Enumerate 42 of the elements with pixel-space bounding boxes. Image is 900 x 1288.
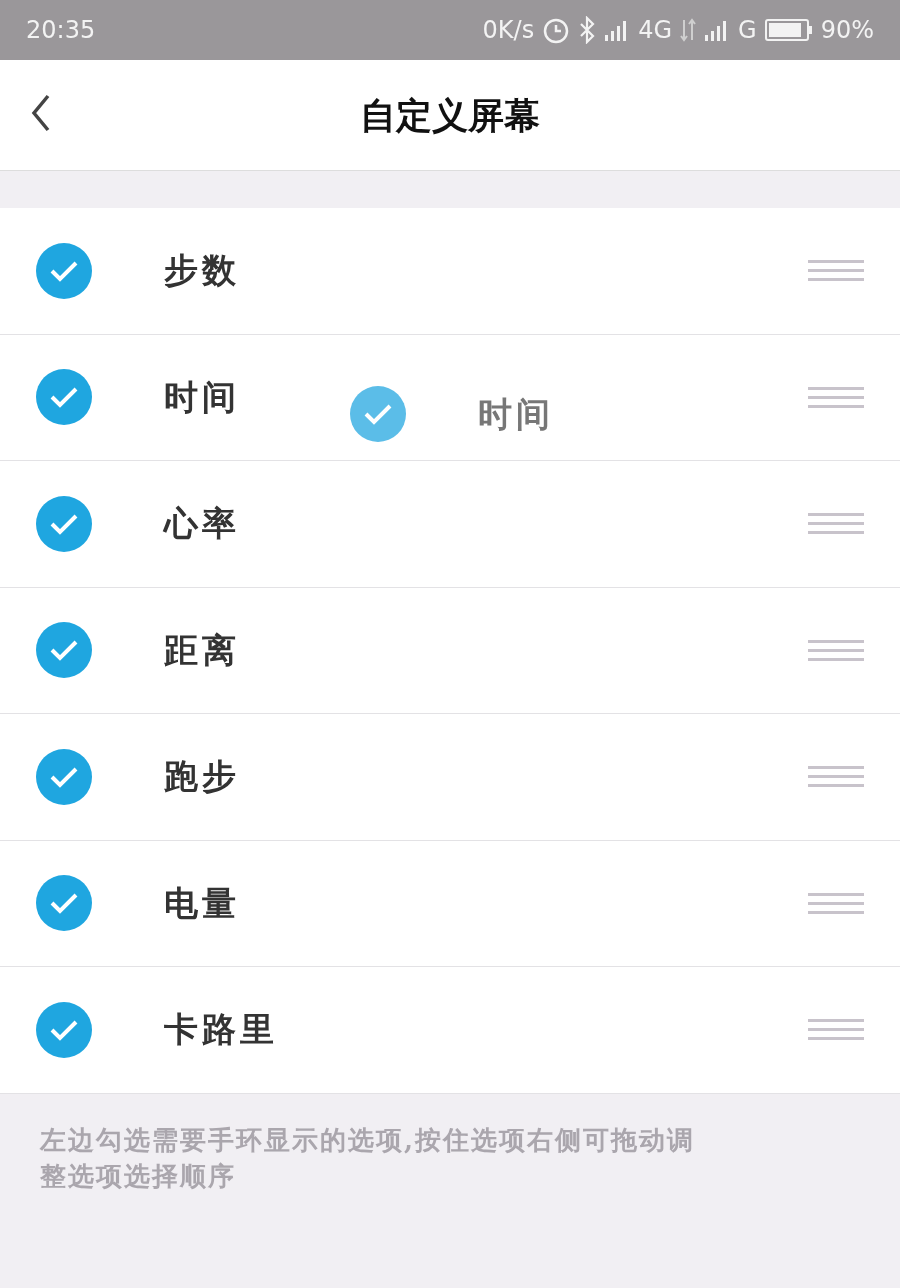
checkbox[interactable] [350,386,406,442]
drag-handle[interactable] [808,385,864,410]
checkbox[interactable] [36,495,92,552]
check-icon [49,891,79,916]
network-text: 4G [638,15,673,46]
drag-handle[interactable] [808,511,864,536]
page-title: 自定义屏幕 [360,93,540,138]
battery-icon [764,19,813,41]
drag-handle-icon [808,638,864,663]
drag-handle-icon [808,765,864,790]
item-label: 距离 [164,628,240,672]
drag-handle-icon [808,385,864,410]
back-icon [30,93,52,133]
item-label: 跑步 [164,755,240,799]
clock-text: 20:35 [26,15,96,46]
battery-text: 90% [820,15,874,46]
alarm-icon [542,16,571,44]
network-text: G [738,15,757,46]
item-label: 心率 [164,502,240,546]
drag-handle-icon [808,891,864,916]
drag-handle[interactable] [808,891,864,916]
back-button[interactable] [30,93,52,133]
drag-handle[interactable] [808,1017,864,1042]
item-label: 时间 [164,375,240,419]
data-arrows-icon [680,18,697,42]
item-label: 电量 [164,881,240,925]
bluetooth-icon [578,16,597,44]
check-icon [49,638,79,663]
check-icon [363,402,393,426]
drag-handle-icon [808,259,864,284]
checkbox[interactable] [36,242,92,299]
item-label: 卡路里 [164,1008,278,1052]
item-label: 步数 [164,249,240,293]
check-icon [49,385,79,410]
drag-handle-icon [808,1018,864,1043]
speed-text: 0K/s [482,15,535,46]
drag-handle[interactable] [808,638,864,663]
drag-handle[interactable] [808,258,864,283]
drag-handle-icon [808,512,864,537]
hint-text: 左边勾选需要手环显示的选项,按住选项右侧可拖动调整选项选择顺序 [38,1123,697,1193]
dragged-item-label: 时间 [478,392,554,436]
drag-handle[interactable] [808,764,864,789]
